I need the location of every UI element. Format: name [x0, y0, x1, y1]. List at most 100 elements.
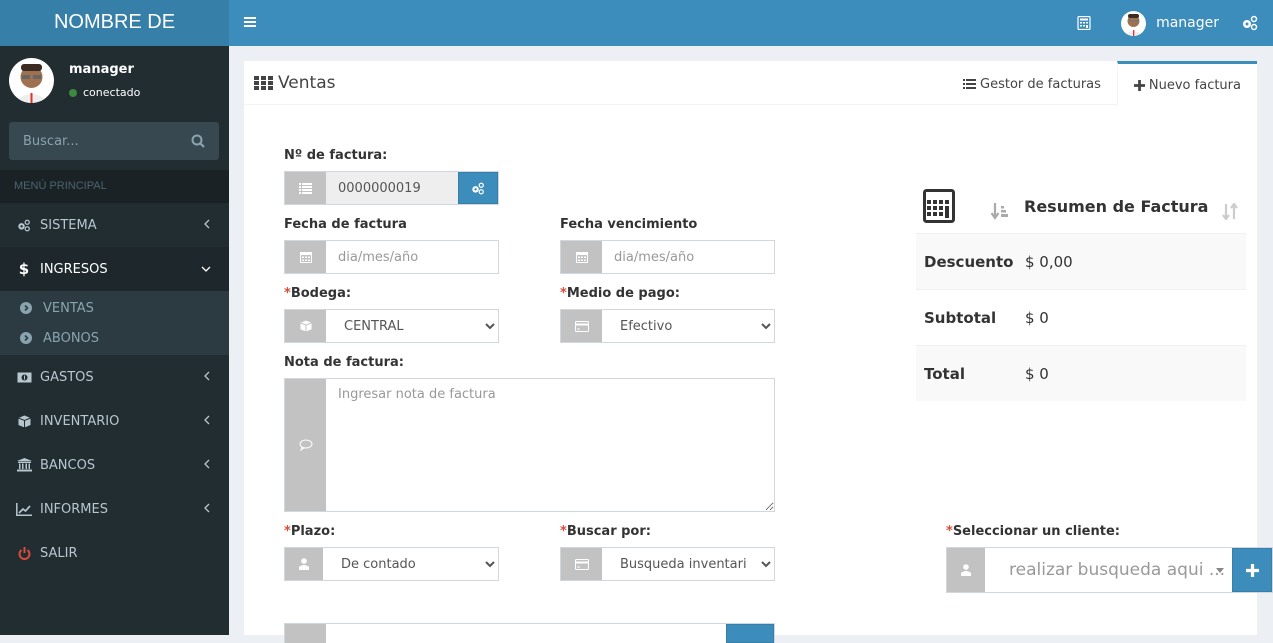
summary-title: Resumen de Factura — [1024, 197, 1209, 216]
box-header: Ventas Gestor de facturas Nuevo factura — [244, 61, 1257, 106]
tab-label: Nuevo factura — [1148, 77, 1241, 93]
sidebar-item-label: INFORMES — [40, 501, 108, 517]
calendar-icon — [575, 252, 588, 263]
sidebar-subitem-abonos[interactable]: ABONOS — [0, 323, 229, 353]
calendar-addon — [285, 241, 326, 273]
chevron-down-icon — [201, 266, 211, 272]
grid-icon — [254, 76, 273, 90]
summary-value: $ 0 — [1025, 308, 1049, 327]
client-select[interactable]: realizar busqueda aqui ... — [985, 548, 1232, 592]
sidebar-item-informes[interactable]: INFORMES — [0, 487, 229, 531]
sidebar-item-salir[interactable]: SALIR — [0, 531, 229, 575]
power-icon — [16, 546, 32, 560]
sidebar-subitem-label: ABONOS — [43, 330, 100, 346]
summary-label: Subtotal — [924, 308, 997, 327]
chevron-left-icon — [204, 371, 210, 381]
line-chart-icon — [16, 502, 32, 516]
client-label: *Seleccionar un cliente: — [946, 524, 1120, 539]
summary-value: $ 0,00 — [1025, 252, 1073, 271]
search-icon[interactable] — [191, 134, 205, 148]
sidebar-search-input[interactable] — [9, 122, 179, 160]
calculator-icon[interactable] — [1077, 16, 1091, 30]
add-client-button[interactable] — [1232, 548, 1272, 592]
summary-value: $ 0 — [1025, 364, 1049, 383]
invoice-date-label: Fecha de factura — [284, 217, 407, 232]
sort-amount-icon[interactable] — [991, 203, 1008, 220]
chevron-left-icon — [204, 415, 210, 425]
user-name: manager — [69, 62, 134, 77]
chevron-circle-right-icon — [20, 302, 32, 314]
summary-label: Descuento — [924, 252, 1014, 271]
invoice-summary: Resumen de Factura Descuento $ 0,00 Subt… — [916, 185, 1246, 401]
menu-toggle-icon[interactable] — [244, 17, 256, 27]
label-text: Buscar por: — [566, 524, 651, 539]
status-indicator: conectado — [69, 86, 140, 99]
payment-method-group: Efectivo — [560, 309, 775, 343]
label-text: Plazo: — [290, 524, 336, 539]
summary-label: Total — [924, 364, 965, 383]
list-icon — [963, 79, 977, 89]
warehouse-group: CENTRAL — [284, 309, 499, 343]
sidebar-item-label: GASTOS — [40, 369, 94, 385]
user-icon — [961, 564, 971, 576]
note-group — [284, 378, 775, 512]
tab-nuevo-factura[interactable]: Nuevo factura — [1116, 61, 1257, 106]
addon — [285, 624, 326, 643]
calculator-icon — [923, 189, 955, 223]
due-date-input[interactable] — [602, 241, 774, 273]
list-icon — [299, 182, 312, 194]
credit-card-addon — [561, 548, 602, 580]
invoice-number-input[interactable] — [326, 172, 458, 204]
summary-header: Resumen de Factura — [916, 185, 1246, 233]
sidebar-item-inventario[interactable]: INVENTARIO — [0, 399, 229, 443]
invoice-settings-button[interactable] — [458, 172, 498, 204]
list-addon — [285, 172, 326, 204]
search-by-select[interactable]: Busqueda inventario — [602, 548, 774, 580]
top-navbar: manager — [229, 0, 1273, 46]
required-mark: * — [946, 524, 953, 539]
note-textarea[interactable] — [326, 379, 774, 511]
invoice-date-input[interactable] — [326, 241, 498, 273]
term-group: De contado — [284, 547, 499, 581]
required-mark: * — [560, 524, 567, 539]
product-search-input[interactable] — [326, 624, 726, 643]
status-text: conectado — [83, 86, 141, 99]
sidebar-item-gastos[interactable]: GASTOS — [0, 355, 229, 399]
calendar-icon — [299, 252, 312, 263]
sidebar-item-sistema[interactable]: SISTEMA — [0, 203, 229, 247]
cube-addon — [285, 310, 326, 342]
cube-icon — [299, 320, 312, 332]
term-select[interactable]: De contado — [323, 548, 498, 580]
credit-card-addon — [561, 310, 602, 342]
gears-icon[interactable] — [1241, 15, 1259, 31]
sidebar-item-ingresos[interactable]: $ INGRESOS — [0, 247, 229, 291]
sidebar-subitem-ventas[interactable]: VENTAS — [0, 293, 229, 323]
payment-method-label: *Medio de pago: — [560, 286, 680, 301]
invoice-date-group — [284, 240, 499, 274]
plus-icon — [1245, 563, 1259, 577]
product-search-button[interactable] — [726, 624, 774, 643]
sort-icon[interactable] — [1222, 203, 1238, 220]
note-label: Nota de factura: — [284, 355, 404, 370]
main-content-box: Ventas Gestor de facturas Nuevo factura … — [244, 61, 1273, 643]
warehouse-select[interactable]: CENTRAL — [326, 310, 498, 342]
user-name: manager — [1156, 15, 1219, 31]
search-by-label: *Buscar por: — [560, 524, 651, 539]
user-addon — [285, 548, 323, 580]
sidebar-item-label: INGRESOS — [40, 261, 108, 277]
user-panel: manager conectado — [0, 46, 229, 118]
sidebar-search — [9, 122, 219, 160]
search-by-group: Busqueda inventario — [560, 547, 775, 581]
comment-addon — [285, 379, 326, 511]
money-icon — [16, 370, 32, 384]
term-label: *Plazo: — [284, 524, 335, 539]
page-title-text: Ventas — [278, 73, 336, 93]
sidebar-item-label: BANCOS — [40, 457, 96, 473]
user-menu[interactable]: manager — [1121, 10, 1219, 36]
chevron-circle-right-icon — [20, 332, 32, 344]
app-logo[interactable]: NOMBRE DE — [0, 0, 229, 46]
tab-gestor-facturas[interactable]: Gestor de facturas — [947, 62, 1117, 106]
sidebar-item-label: INVENTARIO — [40, 413, 120, 429]
sidebar-item-bancos[interactable]: BANCOS — [0, 443, 229, 487]
payment-method-select[interactable]: Efectivo — [602, 310, 774, 342]
